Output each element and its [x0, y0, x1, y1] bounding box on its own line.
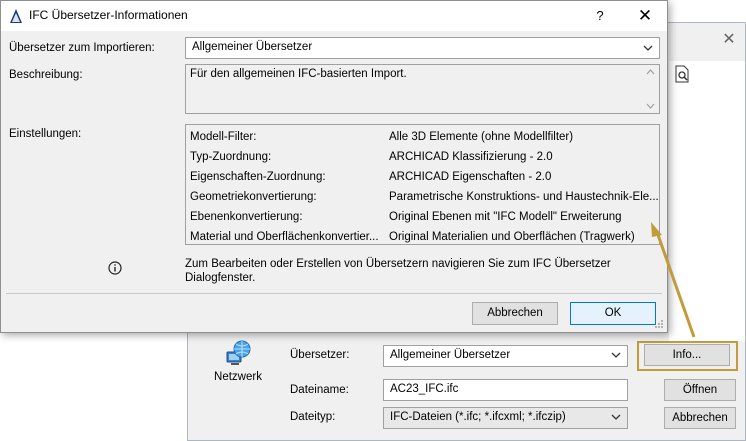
import-translator-label: Übersetzer zum Importieren: — [9, 42, 155, 54]
settings-label: Einstellungen: — [9, 128, 82, 140]
resize-grip-icon[interactable] — [654, 319, 664, 329]
filename-input[interactable]: AC23_IFC.ifc — [383, 379, 628, 401]
chevron-down-icon — [643, 45, 653, 51]
annotation-highlight-box — [637, 341, 738, 371]
description-text: Für den allgemeinen IFC-basierten Import… — [190, 68, 407, 80]
close-icon[interactable]: ✕ — [721, 31, 737, 47]
filetype-select[interactable]: IFC-Dateien (*.ifc; *.ifcxml; *.ifczip) — [383, 407, 628, 429]
open-button[interactable]: Öffnen — [664, 379, 736, 401]
hint-text: Zum Bearbeiten oder Erstellen von Überse… — [185, 258, 611, 284]
filetype-select-value: IFC-Dateien (*.ifc; *.ifcxml; *.ifczip) — [390, 411, 566, 423]
chevron-down-icon — [611, 414, 621, 420]
dialog-title: IFC Übersetzer-Informationen — [29, 8, 188, 22]
import-translator-value: Allgemeiner Übersetzer — [192, 41, 313, 53]
network-location[interactable]: Netzwerk — [210, 337, 266, 383]
settings-list: Modell-Filter: Alle 3D Elemente (ohne Mo… — [185, 124, 660, 245]
settings-row: Geometriekonvertierung: Parametrische Ko… — [186, 188, 659, 208]
divider — [6, 293, 662, 294]
settings-value: ARCHICAD Klassifizierung - 2.0 — [389, 151, 553, 163]
ok-button[interactable]: OK — [570, 302, 656, 325]
close-icon[interactable]: ✕ — [634, 5, 656, 27]
preview-icon[interactable] — [673, 65, 691, 83]
translator-select-value: Allgemeiner Übersetzer — [390, 349, 511, 361]
settings-key: Eigenschaften-Zuordnung: — [190, 171, 326, 183]
translator-label: Übersetzer: — [290, 349, 350, 361]
settings-row: Typ-Zuordnung: ARCHICAD Klassifizierung … — [186, 148, 659, 168]
settings-row: Ebenenkonvertierung: Original Ebenen mit… — [186, 208, 659, 228]
settings-key: Typ-Zuordnung: — [190, 151, 272, 163]
title-bar: IFC Übersetzer-Informationen ? ✕ — [1, 1, 667, 31]
settings-key: Material und Oberflächenkonvertier... — [190, 231, 379, 243]
ifc-translator-info-dialog: IFC Übersetzer-Informationen ? ✕ Überset… — [0, 0, 668, 333]
settings-value: Parametrische Konstruktions- und Haustec… — [389, 191, 659, 203]
preview-pane — [669, 61, 745, 341]
settings-value: Alle 3D Elemente (ohne Modellfilter) — [389, 131, 574, 143]
translator-select[interactable]: Allgemeiner Übersetzer — [383, 345, 628, 367]
scroll-up-icon[interactable] — [646, 69, 655, 75]
settings-value: Original Ebenen mit "IFC Modell" Erweite… — [389, 211, 622, 223]
chevron-down-icon — [611, 352, 621, 358]
settings-row: Material und Oberflächenkonvertier... Or… — [186, 228, 659, 248]
description-box: Für den allgemeinen IFC-basierten Import… — [185, 64, 660, 114]
filename-label: Dateiname: — [290, 384, 349, 396]
network-label: Netzwerk — [214, 371, 262, 383]
help-icon[interactable]: ? — [590, 6, 610, 26]
description-label: Beschreibung: — [9, 69, 83, 81]
cancel-button[interactable]: Abbrechen — [664, 407, 736, 429]
settings-row: Eigenschaften-Zuordnung: ARCHICAD Eigens… — [186, 168, 659, 188]
archicad-app-icon — [10, 9, 22, 23]
info-icon — [108, 261, 122, 275]
settings-key: Modell-Filter: — [190, 131, 257, 143]
settings-key: Ebenenkonvertierung: — [190, 211, 303, 223]
import-translator-select[interactable]: Allgemeiner Übersetzer — [185, 37, 660, 59]
settings-key: Geometriekonvertierung: — [190, 191, 317, 203]
network-icon — [226, 340, 251, 365]
settings-row: Modell-Filter: Alle 3D Elemente (ohne Mo… — [186, 128, 659, 148]
settings-value: ARCHICAD Eigenschaften - 2.0 — [389, 171, 552, 183]
scroll-down-icon[interactable] — [646, 103, 655, 109]
settings-value: Original Materialien und Oberflächen (Tr… — [389, 231, 635, 243]
filetype-label: Dateityp: — [290, 411, 336, 423]
cancel-button[interactable]: Abbrechen — [472, 302, 558, 325]
